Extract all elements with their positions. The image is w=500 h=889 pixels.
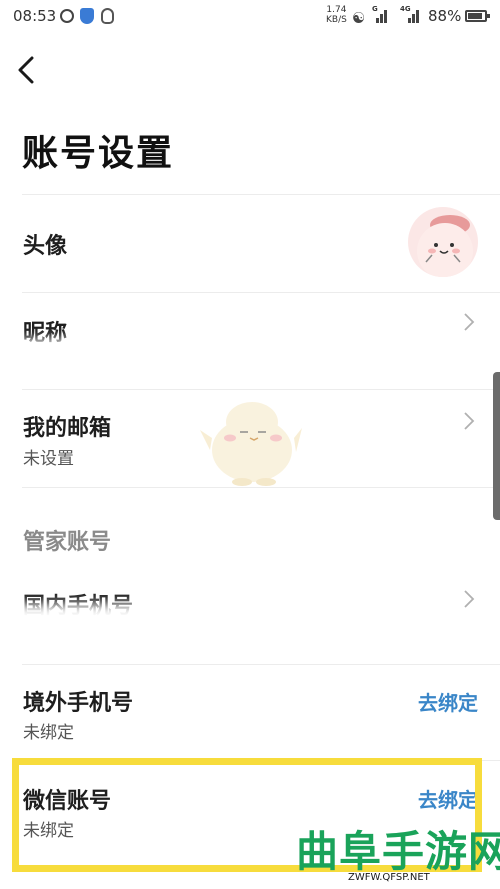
qq-icon (101, 8, 114, 24)
divider (22, 487, 500, 488)
network-speed: 1.74 KB/S (326, 5, 347, 25)
page-title: 账号设置 (22, 133, 175, 174)
row-label: 境外手机号 (23, 691, 134, 716)
watermark: 曲阜手游网 ZWFW.QFSP.NET (296, 818, 500, 889)
privacy-blur (0, 604, 170, 652)
chick-sticker-icon (200, 402, 302, 486)
avatar-cartoon-icon (417, 215, 473, 277)
settings-row-overseas-phone[interactable]: 境外手机号 未绑定 去绑定 (0, 665, 500, 761)
status-bar: 08:53 1.74 KB/S ☯ G 4G 88% (0, 0, 500, 34)
section-header: 管家账号 (23, 530, 112, 555)
row-label: 头像 (23, 234, 68, 259)
signal-icon: 4G (400, 5, 422, 23)
watermark-text: 曲阜手游网 (296, 827, 500, 876)
avatar[interactable] (408, 207, 478, 277)
scrollbar-handle[interactable] (493, 372, 500, 520)
chevron-right-icon (464, 313, 475, 331)
battery-icon (465, 10, 490, 22)
row-value: 未绑定 (23, 723, 74, 743)
bind-button[interactable]: 去绑定 (418, 687, 478, 716)
watermark-url: ZWFW.QFSP.NET (348, 872, 430, 883)
privacy-blur (0, 340, 180, 384)
wifi-icon: ☯ (352, 9, 366, 27)
chevron-right-icon (464, 412, 475, 430)
chevron-right-icon (464, 590, 475, 608)
chevron-left-icon (18, 56, 34, 84)
battery-percent: 88% (428, 7, 462, 25)
alarm-icon (60, 9, 74, 23)
back-button[interactable] (12, 50, 52, 90)
status-time: 08:53 (13, 7, 57, 25)
row-label: 我的邮箱 (23, 416, 112, 441)
shield-icon (80, 8, 94, 24)
row-value: 未设置 (23, 449, 74, 469)
signal-icon: G (372, 5, 388, 23)
